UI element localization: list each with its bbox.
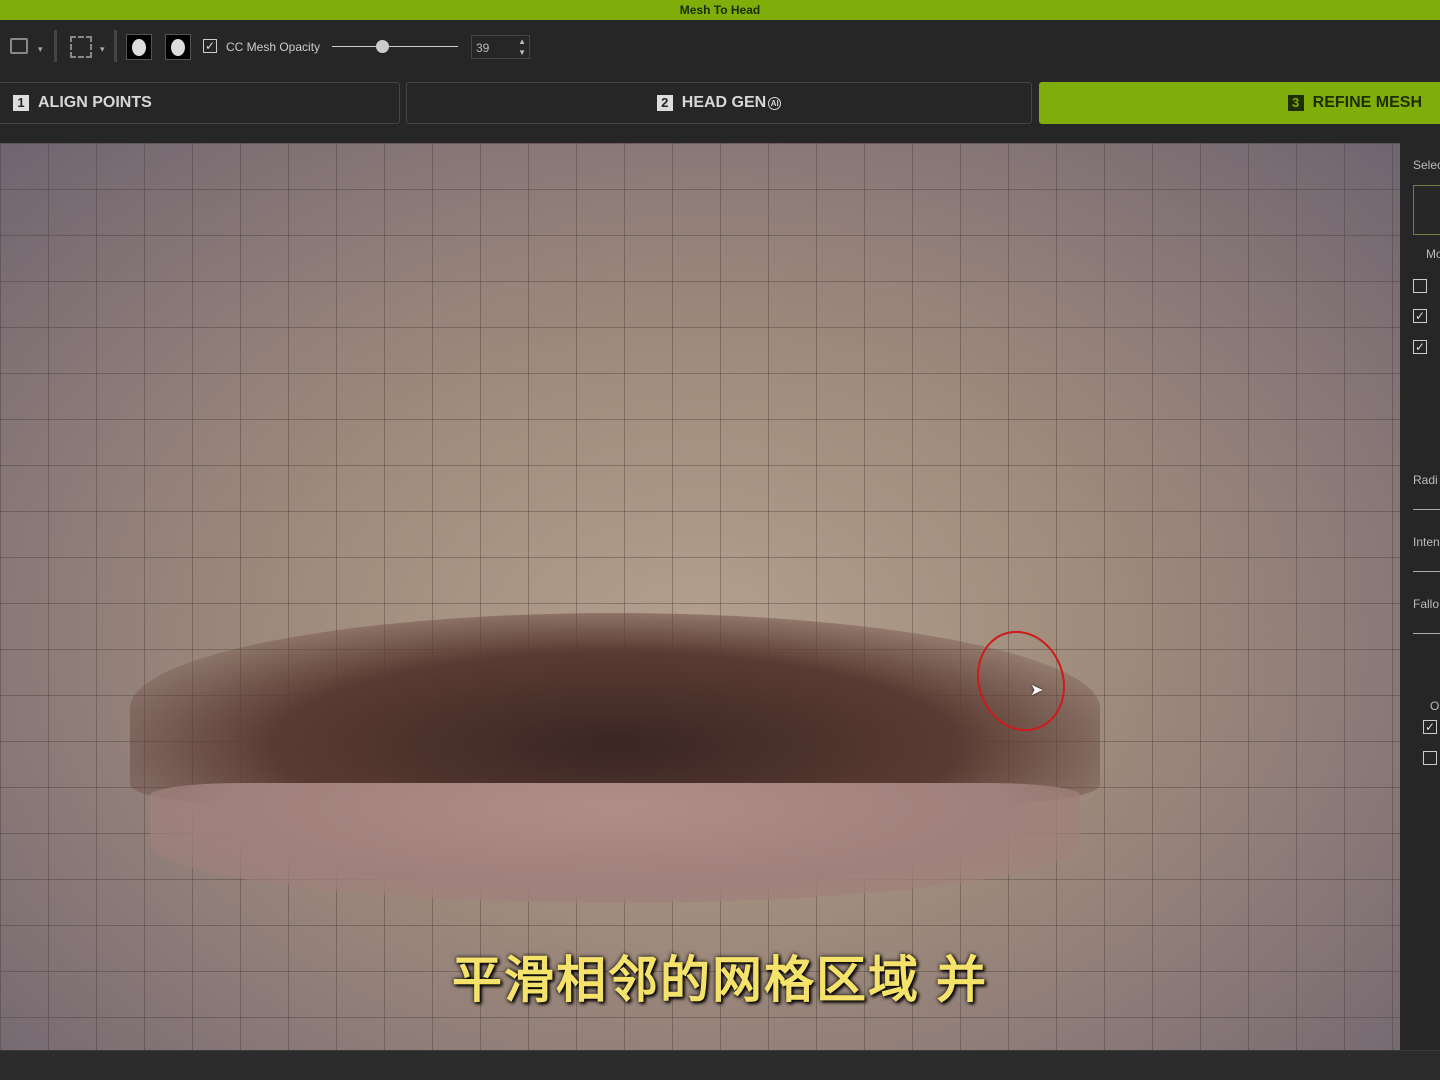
tab-head-gen[interactable]: 2 HEAD GEN AI (406, 82, 1032, 124)
opacity-slider[interactable] (332, 46, 458, 47)
view-cube-icon[interactable] (10, 38, 28, 54)
opacity-value: 39 (476, 41, 490, 55)
intensity-label: Inten (1413, 535, 1440, 549)
opacity-input[interactable]: 39 ▲ ▼ (471, 35, 530, 59)
step-number: 3 (1287, 95, 1304, 111)
3d-viewport[interactable] (0, 143, 1400, 1050)
mode-label: Mo (1426, 247, 1440, 261)
tab-label: ALIGN POINTS (38, 94, 152, 111)
cc-head-icon[interactable] (165, 34, 191, 60)
opacity-slider-handle[interactable] (376, 40, 389, 53)
tab-label: REFINE MESH (1312, 94, 1422, 111)
head-focus-icon[interactable] (126, 34, 152, 60)
select-frame-icon[interactable] (70, 36, 92, 58)
window-title: Mesh To Head (0, 0, 1440, 20)
tab-align-points[interactable]: 1 ALIGN POINTS (0, 82, 400, 124)
chevron-down-icon[interactable]: ▾ (100, 44, 105, 55)
select-label: Selec (1413, 158, 1440, 172)
spinner-arrows-icon[interactable]: ▲ ▼ (518, 36, 526, 58)
step-number: 1 (13, 95, 29, 111)
opacity-label: CC Mesh Opacity (226, 40, 321, 54)
falloff-slider[interactable] (1413, 633, 1440, 634)
cc-mesh-opacity-checkbox[interactable]: ✓ (203, 39, 217, 53)
ai-badge-icon: AI (768, 96, 782, 110)
falloff-label: Fallo (1413, 597, 1440, 611)
upper-lip (130, 613, 1100, 803)
radius-label: Radi (1413, 473, 1438, 487)
radius-slider[interactable] (1413, 509, 1440, 510)
right-panel: Selec Mo ✓ ✓ Radi Inten Fallo O ✓ (1400, 143, 1440, 1050)
intensity-slider[interactable] (1413, 571, 1440, 572)
status-bar (0, 1050, 1440, 1080)
checkbox-k[interactable]: ✓ (1413, 340, 1427, 354)
tab-refine-mesh[interactable]: 3 REFINE MESH (1039, 82, 1440, 124)
option-checkbox-1[interactable]: ✓ (1423, 720, 1437, 734)
toolbar-divider (114, 30, 117, 62)
option-checkbox-2[interactable] (1423, 751, 1437, 765)
checkbox-c[interactable]: ✓ (1413, 309, 1427, 323)
options-label: O (1430, 699, 1440, 713)
brush-select-button[interactable] (1413, 185, 1440, 235)
toolbar-divider (54, 30, 57, 62)
checkbox-s[interactable] (1413, 279, 1427, 293)
tab-label: HEAD GEN (681, 94, 767, 111)
mesh-wireframe (0, 143, 1400, 1050)
subtitle-caption: 平滑相邻的网格区域 并 (452, 952, 988, 1008)
mouse-pointer-icon: ➤ (1030, 682, 1044, 699)
chevron-down-icon[interactable]: ▾ (38, 44, 43, 55)
step-number: 2 (656, 95, 673, 111)
lower-lip (150, 783, 1080, 903)
